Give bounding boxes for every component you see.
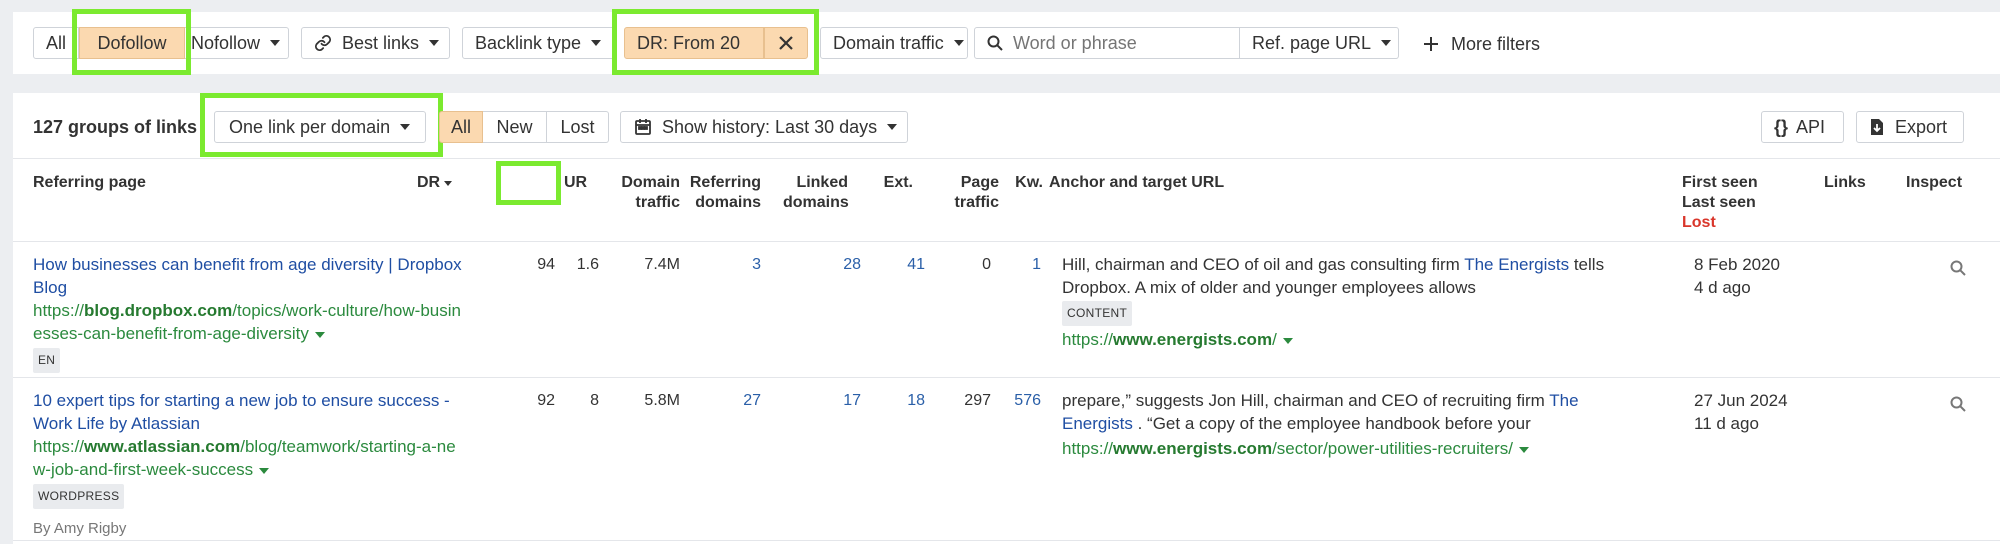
platform-tag: WORDPRESS <box>33 484 125 509</box>
highlight-per-domain <box>200 93 443 157</box>
chevron-down-icon <box>1381 40 1392 46</box>
content-tag: CONTENT <box>1062 301 1133 326</box>
anchor-link[interactable]: Energists <box>1062 414 1133 433</box>
ur-value: 8 <box>590 392 599 409</box>
calendar-icon <box>634 118 652 136</box>
plus-icon <box>1423 36 1439 52</box>
referring-page-url-link[interactable]: https://blog.dropbox.com/topics/work-cul… <box>33 299 462 345</box>
highlight-dr-filter <box>612 9 819 75</box>
domain-traffic-dropdown[interactable]: Domain traffic <box>820 27 968 59</box>
col-kw[interactable]: Kw. <box>1003 173 1043 193</box>
seg-all-button[interactable]: All <box>439 111 483 143</box>
search-icon <box>987 35 1003 51</box>
export-button[interactable]: Export <box>1856 111 1964 143</box>
ur-value: 1.6 <box>576 256 599 273</box>
seen-cell: 27 Jun 2024 11 d ago <box>1694 391 1788 433</box>
filter-bar: All Dofollow Nofollow Best links Backlin… <box>13 9 2000 75</box>
best-links-dropdown[interactable]: Best links <box>301 27 450 59</box>
sort-desc-icon <box>444 180 453 186</box>
divider <box>13 377 2000 378</box>
divider <box>13 540 2000 541</box>
col-links[interactable]: Links <box>1824 173 1866 193</box>
ref-page-url-dropdown[interactable]: Ref. page URL <box>1239 27 1399 59</box>
dr-value: 94 <box>537 256 555 273</box>
col-domain-traffic[interactable]: Domain traffic <box>603 173 680 213</box>
groups-count: 127 groups of links <box>33 117 198 137</box>
anchor-link[interactable]: The <box>1549 391 1578 410</box>
linked-domains-link[interactable]: 28 <box>783 253 861 276</box>
chevron-down-icon <box>429 40 440 46</box>
braces-icon: {} <box>1774 116 1789 137</box>
referring-page-title-link[interactable]: How businesses can benefit from age dive… <box>33 253 462 299</box>
chevron-down-icon[interactable] <box>1518 446 1529 453</box>
seen-cell: 8 Feb 2020 4 d ago <box>1694 255 1781 297</box>
kw-link[interactable]: 576 <box>1003 389 1041 412</box>
col-ur[interactable]: UR <box>564 173 587 193</box>
referring-page-url-link[interactable]: https://www.atlassian.com/blog/teamwork/… <box>33 435 456 481</box>
filter-nofollow-dropdown[interactable]: Nofollow <box>185 27 289 59</box>
anchor-cell: Hill, chairman and CEO of oil and gas co… <box>1062 255 1605 351</box>
kw-link[interactable]: 1 <box>1003 253 1041 276</box>
col-ext[interactable]: Ext. <box>873 173 913 193</box>
highlight-dofollow <box>72 9 191 75</box>
api-button[interactable]: {} API <box>1761 111 1844 143</box>
chevron-down-icon <box>270 40 281 46</box>
chevron-down-icon <box>887 124 898 130</box>
inspect-search-icon[interactable] <box>1950 260 1966 276</box>
ext-link[interactable]: 18 <box>873 389 925 412</box>
more-filters-button[interactable]: More filters <box>1423 32 1540 56</box>
chevron-down-icon[interactable] <box>1282 337 1293 344</box>
target-url-link[interactable]: https://www.energists.com/ <box>1062 328 1604 351</box>
domain-traffic-value: 5.8M <box>644 392 680 409</box>
dr-value: 92 <box>537 392 555 409</box>
search-box <box>974 27 1242 59</box>
chevron-down-icon <box>591 40 602 46</box>
referring-domains-link[interactable]: 3 <box>683 253 761 276</box>
col-anchor[interactable]: Anchor and target URL <box>1049 173 1224 193</box>
highlight-dr-column <box>496 161 561 205</box>
chevron-down-icon <box>953 40 964 46</box>
referring-page-title-link[interactable]: 10 expert tips for starting a new job to… <box>33 389 456 435</box>
linked-domains-link[interactable]: 17 <box>783 389 861 412</box>
page-traffic-value: 0 <box>982 256 991 273</box>
language-tag: EN <box>33 348 61 373</box>
backlink-type-dropdown[interactable]: Backlink type <box>462 27 616 59</box>
col-linked-domains[interactable]: Linked domains <box>783 173 849 213</box>
col-seen[interactable]: First seen Last seen Lost <box>1682 173 1758 233</box>
backlinks-panel: 127 groups of links One link per domain … <box>13 93 2000 544</box>
chevron-down-icon[interactable] <box>314 331 325 338</box>
divider <box>13 158 2000 159</box>
history-dropdown[interactable]: Show history: Last 30 days <box>620 111 908 143</box>
col-referring-page[interactable]: Referring page <box>33 173 146 193</box>
chevron-down-icon[interactable] <box>259 467 270 474</box>
referring-page-cell: How businesses can benefit from age dive… <box>33 253 462 373</box>
search-input[interactable] <box>1013 32 1223 54</box>
col-page-traffic[interactable]: Page traffic <box>933 173 999 213</box>
col-referring-domains[interactable]: Referring domains <box>683 173 761 213</box>
anchor-link[interactable]: The Energists <box>1464 255 1569 274</box>
page-traffic-value: 297 <box>964 392 991 409</box>
col-inspect[interactable]: Inspect <box>1906 173 1962 193</box>
domain-traffic-value: 7.4M <box>644 256 680 273</box>
author: By Amy Rigby <box>33 520 127 537</box>
referring-page-cell: 10 expert tips for starting a new job to… <box>33 389 456 540</box>
seg-new-button[interactable]: New <box>483 111 547 143</box>
target-url-link[interactable]: https://www.energists.com/sector/power-u… <box>1062 437 1579 460</box>
col-dr[interactable]: DR <box>417 173 453 193</box>
referring-domains-link[interactable]: 27 <box>683 389 761 412</box>
seg-lost-button[interactable]: Lost <box>547 111 609 143</box>
divider <box>13 241 2000 242</box>
ext-link[interactable]: 41 <box>873 253 925 276</box>
link-icon <box>314 34 332 52</box>
export-icon <box>1869 118 1885 136</box>
anchor-cell: prepare,” suggests Jon Hill, chairman an… <box>1062 391 1579 460</box>
inspect-search-icon[interactable] <box>1950 396 1966 412</box>
